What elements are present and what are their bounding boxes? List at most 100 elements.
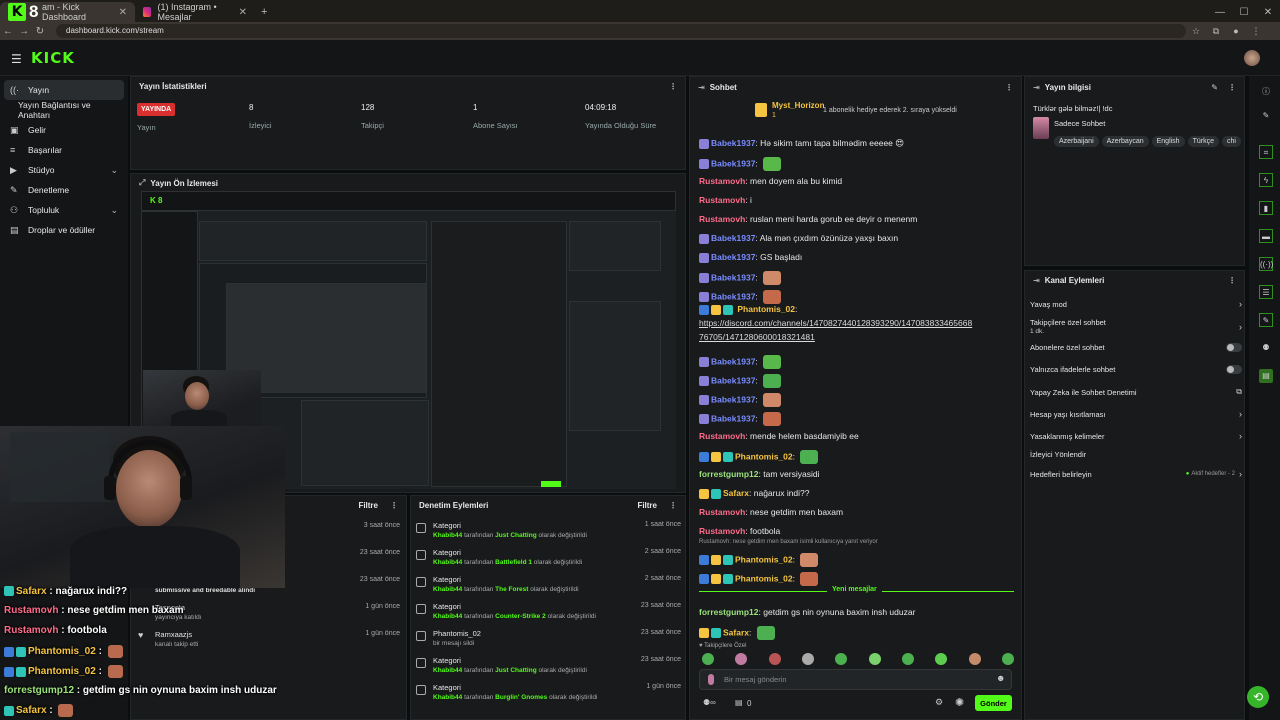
close-window-icon[interactable]: ✕ [1256, 7, 1280, 18]
minimize-icon[interactable]: — [1208, 7, 1232, 18]
chat-username[interactable]: Babek1937 [711, 233, 755, 243]
chat-username[interactable]: Rustamovh [699, 176, 745, 186]
fullscreen-icon[interactable]: ⤢ [139, 178, 145, 188]
sidebar-item-gelir[interactable]: ▣ Gelir [0, 120, 128, 140]
tag[interactable]: chi [1221, 136, 1241, 147]
collapse-icon[interactable]: ⇥ [698, 83, 705, 92]
emote-icon[interactable] [901, 653, 914, 665]
new-tab-button[interactable]: + [255, 2, 273, 22]
avatar[interactable] [1244, 50, 1260, 66]
filter-button[interactable]: Filtre [358, 501, 378, 510]
tag[interactable]: Azerbaycan [1101, 136, 1149, 147]
hamburger-icon[interactable]: ☰ [11, 52, 22, 66]
chat-username[interactable]: Phantomis_02 [735, 451, 793, 461]
channel-action-item[interactable]: Hesap yaşı kısıtlaması › [1030, 409, 1242, 419]
chat-username[interactable]: Babek1937 [711, 356, 755, 366]
close-icon[interactable]: ✕ [239, 7, 247, 18]
crop-icon[interactable]: ⌗ [1259, 145, 1273, 159]
emote-icon[interactable] [835, 653, 848, 665]
chat-input[interactable]: Bir mesaj gönderin ☻ [699, 669, 1012, 690]
kick-logo[interactable]: KICK [31, 49, 75, 67]
bookmark-star-icon[interactable]: ☆ [1186, 26, 1206, 37]
chat-username[interactable]: Babek1937 [711, 158, 755, 168]
chat-bubble-icon[interactable]: ▬ [1259, 229, 1273, 243]
modlog-user[interactable]: Khabib44 [433, 667, 462, 674]
channel-action-item[interactable]: Yavaş mod › [1030, 299, 1242, 309]
emote-icon[interactable] [702, 653, 714, 665]
chat-username[interactable]: Babek1937 [711, 272, 755, 282]
chat-username[interactable]: Phantomis_02 [737, 304, 795, 314]
sidebar-item-denetleme[interactable]: ✎ Denetleme [0, 180, 128, 200]
forward-icon[interactable]: → [16, 26, 32, 37]
kebab-icon[interactable]: ⋮ [1228, 276, 1236, 285]
sidebar-item-studyo[interactable]: ▶ Stüdyo ⌄ [0, 160, 128, 180]
url-field[interactable]: dashboard.kick.com/stream [56, 24, 1186, 38]
emote-icon[interactable] [868, 653, 881, 665]
modlog-user[interactable]: Khabib44 [433, 613, 462, 620]
modlog-category[interactable]: Battlefield 1 [495, 559, 532, 566]
emoji-icon[interactable]: ☻ [996, 673, 1005, 683]
toggle-switch[interactable] [1226, 365, 1242, 374]
emote-icon[interactable] [1001, 653, 1014, 665]
gear-icon[interactable]: ✺ [955, 696, 964, 709]
edit-icon[interactable]: ✎ [1211, 83, 1218, 92]
kebab-icon[interactable]: ⋮ [669, 501, 677, 510]
gift-icon[interactable]: ▤ [1259, 369, 1273, 383]
chat-username[interactable]: Babek1937 [711, 394, 755, 404]
profile-icon[interactable]: ● [1226, 26, 1246, 36]
chat-username[interactable]: Babek1937 [711, 252, 755, 262]
channel-action-item[interactable]: Yalnızca ifadelerle sohbet [1030, 365, 1242, 374]
kebab-icon[interactable]: ⋮ [669, 82, 677, 91]
chat-username[interactable]: Rustamovh [699, 195, 745, 205]
chat-username[interactable]: forrestgump12 [699, 607, 759, 617]
menu-icon[interactable]: ⋮ [1246, 26, 1266, 37]
channel-action-item[interactable]: Takipçilere özel sohbet 1 dk. › [1030, 318, 1242, 335]
sidebar-item-stream-key[interactable]: Yayın Bağlantısı ve Anahtarı [0, 100, 128, 120]
reload-icon[interactable]: ↻ [32, 26, 48, 37]
chat-username[interactable]: Babek1937 [711, 413, 755, 423]
maximize-icon[interactable]: ☐ [1232, 7, 1256, 18]
microphone-icon[interactable] [708, 674, 714, 685]
pinned-user[interactable]: Myst_Horizon [772, 101, 824, 110]
emote-icon[interactable] [768, 653, 781, 665]
chat-username[interactable]: Phantomis_02 [735, 554, 793, 564]
tag[interactable]: Azerbaijani [1054, 136, 1099, 147]
wrench-icon[interactable]: ✎ [1259, 313, 1273, 327]
modlog-user[interactable]: Khabib44 [433, 694, 462, 701]
modlog-user[interactable]: Khabib44 [433, 559, 462, 566]
chat-username[interactable]: Babek1937 [711, 291, 755, 301]
chat-username[interactable]: Phantomis_02 [735, 573, 793, 583]
channel-action-item[interactable]: Hedefleri belirleyin ● Aktif hedefler - 2 › [1030, 469, 1242, 479]
kebab-icon[interactable]: ⋮ [1005, 83, 1013, 92]
tab-instagram[interactable]: (1) Instagram • Mesajlar ✕ [135, 2, 255, 22]
channel-action-item[interactable]: Yapay Zeka ile Sohbet Denetimi ⧉ [1030, 387, 1242, 397]
help-fab[interactable]: ⟲ [1247, 686, 1269, 708]
document-icon[interactable]: ▮ [1259, 201, 1273, 215]
tag[interactable]: Türkçe [1187, 136, 1219, 147]
kebab-icon[interactable]: ⋮ [1228, 83, 1236, 92]
info-icon[interactable]: ⓘ [1259, 85, 1273, 99]
collapse-icon[interactable]: ⇥ [1033, 276, 1040, 285]
tag[interactable]: English [1151, 136, 1185, 147]
toggle-switch[interactable] [1226, 343, 1242, 352]
category-name[interactable]: Sadece Sohbet [1054, 119, 1105, 128]
close-icon[interactable]: ✕ [119, 7, 127, 18]
users-icon[interactable]: ⚉ [1259, 341, 1273, 355]
chat-username[interactable]: Rustamovh [699, 507, 745, 517]
chat-username[interactable]: Rustamovh [699, 526, 745, 536]
sidebar-item-droplar[interactable]: ▤ Droplar ve ödüller [0, 220, 128, 240]
sidebar-item-basarilar[interactable]: ≡ Başarılar [0, 140, 128, 160]
collapse-icon[interactable]: ⇥ [1033, 83, 1040, 92]
extensions-icon[interactable]: ⧉ [1206, 26, 1226, 37]
users-icon[interactable]: ⚉∞ [703, 698, 716, 707]
emote-icon[interactable] [801, 653, 814, 665]
chat-link[interactable]: https://discord.com/channels/14708274401… [699, 318, 972, 328]
channel-action-item[interactable]: İzleyici Yönlendir [1030, 450, 1242, 459]
kebab-icon[interactable]: ⋮ [390, 501, 398, 510]
channel-action-item[interactable]: Yasaklanmış kelimeler › [1030, 431, 1242, 441]
modlog-category[interactable]: Burglin' Gnomes [495, 694, 547, 701]
filter-button[interactable]: Filtre [637, 501, 657, 510]
broadcast-icon[interactable]: ((·)) [1259, 257, 1273, 271]
modlog-category[interactable]: Just Chatting [495, 667, 537, 674]
channel-action-item[interactable]: Abonelere özel sohbet [1030, 343, 1242, 352]
